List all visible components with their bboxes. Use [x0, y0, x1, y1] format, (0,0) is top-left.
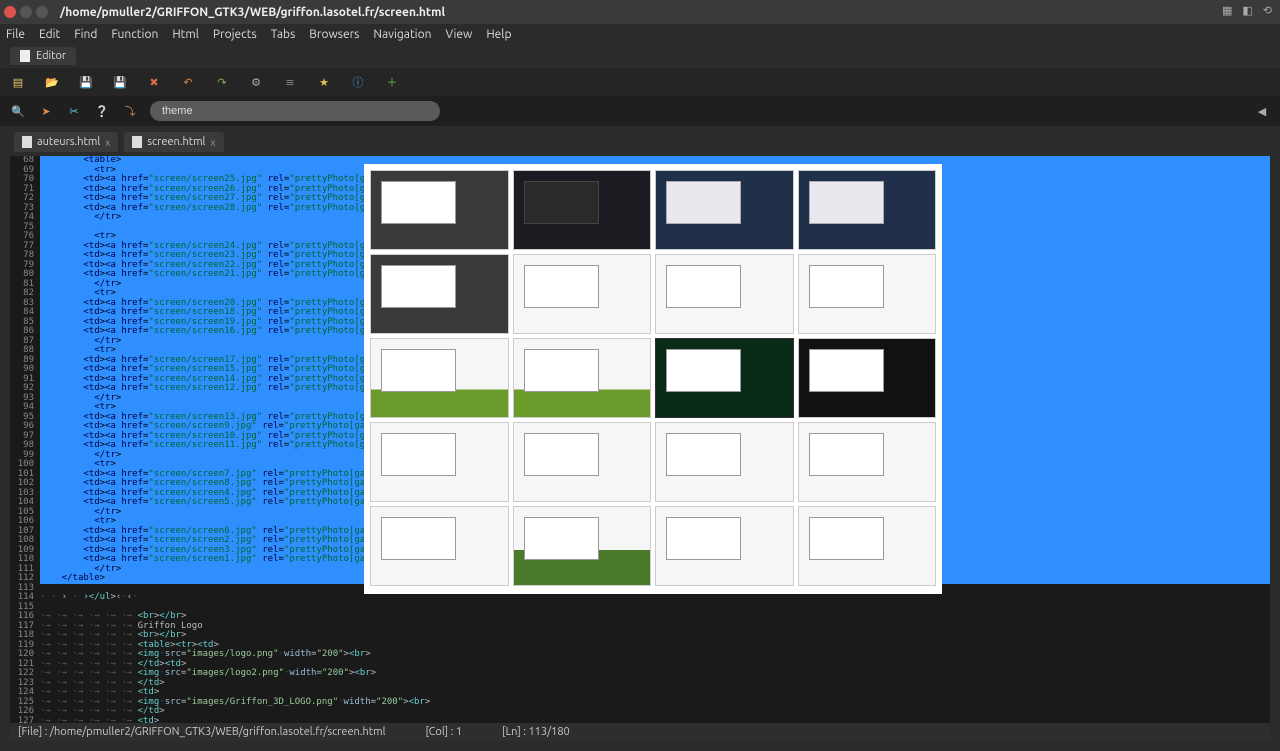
preview-thumbnail[interactable] — [798, 254, 937, 334]
menu-find[interactable]: Find — [74, 28, 97, 41]
menu-projects[interactable]: Projects — [213, 28, 257, 41]
menu-function[interactable]: Function — [111, 28, 158, 41]
cut-icon[interactable]: ✂ — [66, 103, 82, 119]
file-tab-label: auteurs.html — [37, 136, 100, 148]
window-title: /home/pmuller2/GRIFFON_GTK3/WEB/griffon.… — [60, 6, 445, 19]
search-icon[interactable]: 🔍 — [10, 103, 26, 119]
menu-navigation[interactable]: Navigation — [373, 28, 431, 41]
preview-thumbnail[interactable] — [513, 254, 652, 334]
html-file-icon — [132, 136, 142, 148]
menu-file[interactable]: File — [6, 28, 25, 41]
minimize-icon[interactable] — [20, 6, 32, 18]
close-icon[interactable] — [4, 6, 16, 18]
html-file-icon — [22, 136, 32, 148]
maximize-icon[interactable] — [36, 6, 48, 18]
window-titlebar: /home/pmuller2/GRIFFON_GTK3/WEB/griffon.… — [0, 0, 1280, 24]
menu-view[interactable]: View — [445, 28, 472, 41]
open-file-icon[interactable]: 📂 — [44, 74, 60, 90]
search-input[interactable] — [150, 101, 440, 121]
preview-thumbnail[interactable] — [655, 506, 794, 586]
preview-thumbnail[interactable] — [370, 338, 509, 418]
new-file-icon[interactable]: ▤ — [10, 74, 26, 90]
preview-thumbnail[interactable] — [655, 170, 794, 250]
preview-thumbnail[interactable] — [513, 338, 652, 418]
undo-icon[interactable]: ↶ — [180, 74, 196, 90]
preview-thumbnail[interactable] — [798, 422, 937, 502]
file-tab[interactable]: auteurs.html x — [14, 132, 118, 152]
file-tab-label: screen.html — [147, 136, 205, 148]
menu-tabs[interactable]: Tabs — [271, 28, 296, 41]
mode-tab-editor[interactable]: Editor — [10, 47, 76, 65]
menu-edit[interactable]: Edit — [39, 28, 60, 41]
help-icon[interactable]: ⓘ — [350, 74, 366, 90]
arrow-right-icon[interactable]: ➤ — [38, 103, 54, 119]
preview-thumbnail[interactable] — [370, 506, 509, 586]
preview-thumbnail[interactable] — [370, 254, 509, 334]
help-icon[interactable]: ❔ — [94, 103, 110, 119]
status-ln: [Ln] : 113/180 — [502, 726, 570, 738]
menu-browsers[interactable]: Browsers — [309, 28, 359, 41]
tray-icon[interactable]: ▦ — [1222, 4, 1232, 17]
menubar: File Edit Find Function Html Projects Ta… — [0, 24, 1280, 44]
down-arrow-icon[interactable]: ⤵ — [122, 103, 138, 119]
expand-icon[interactable]: ◀ — [1254, 103, 1270, 119]
add-icon[interactable]: ＋ — [384, 74, 400, 90]
bookmark-icon[interactable]: ★ — [316, 74, 332, 90]
tray-icon[interactable]: ⟲ — [1263, 4, 1272, 17]
toolbar-search: 🔍 ➤ ✂ ❔ ⤵ ◀ — [0, 96, 1280, 126]
preview-thumbnail[interactable] — [655, 338, 794, 418]
file-tab-strip: auteurs.html x screen.html x — [0, 126, 1280, 152]
system-tray: ▦ ◧ ⟲ — [1222, 4, 1272, 17]
close-tab-icon[interactable]: x — [210, 137, 215, 148]
indent-icon[interactable]: ≡ — [282, 74, 298, 90]
preview-thumbnail[interactable] — [513, 170, 652, 250]
preview-thumbnail[interactable] — [513, 422, 652, 502]
mode-tab-row: Editor — [0, 44, 1280, 68]
preview-thumbnail[interactable] — [370, 170, 509, 250]
tray-icon[interactable]: ◧ — [1242, 4, 1252, 17]
menu-help[interactable]: Help — [486, 28, 511, 41]
menu-html[interactable]: Html — [172, 28, 199, 41]
preview-thumbnail[interactable] — [798, 506, 937, 586]
document-icon — [20, 50, 30, 62]
settings-icon[interactable]: ⚙ — [248, 74, 264, 90]
save-icon[interactable]: 💾 — [78, 74, 94, 90]
mode-tab-label: Editor — [36, 50, 66, 62]
preview-gallery — [364, 164, 942, 594]
preview-thumbnail[interactable] — [798, 338, 937, 418]
preview-thumbnail[interactable] — [513, 506, 652, 586]
preview-thumbnail[interactable] — [655, 254, 794, 334]
preview-thumbnail[interactable] — [655, 422, 794, 502]
status-col: [Col] : 1 — [426, 726, 463, 738]
close-tab-icon[interactable]: x — [105, 137, 110, 148]
preview-thumbnail[interactable] — [370, 422, 509, 502]
save-all-icon[interactable]: 💾 — [112, 74, 128, 90]
toolbar-main: ▤ 📂 💾 💾 ✖ ↶ ↷ ⚙ ≡ ★ ⓘ ＋ — [0, 68, 1280, 96]
statusbar: [File] : /home/pmuller2/GRIFFON_GTK3/WEB… — [10, 723, 1270, 741]
redo-icon[interactable]: ↷ — [214, 74, 230, 90]
file-tab[interactable]: screen.html x — [124, 132, 223, 152]
status-file: [File] : /home/pmuller2/GRIFFON_GTK3/WEB… — [18, 726, 386, 738]
preview-thumbnail[interactable] — [798, 170, 937, 250]
tool-icon[interactable]: ✖ — [146, 74, 162, 90]
